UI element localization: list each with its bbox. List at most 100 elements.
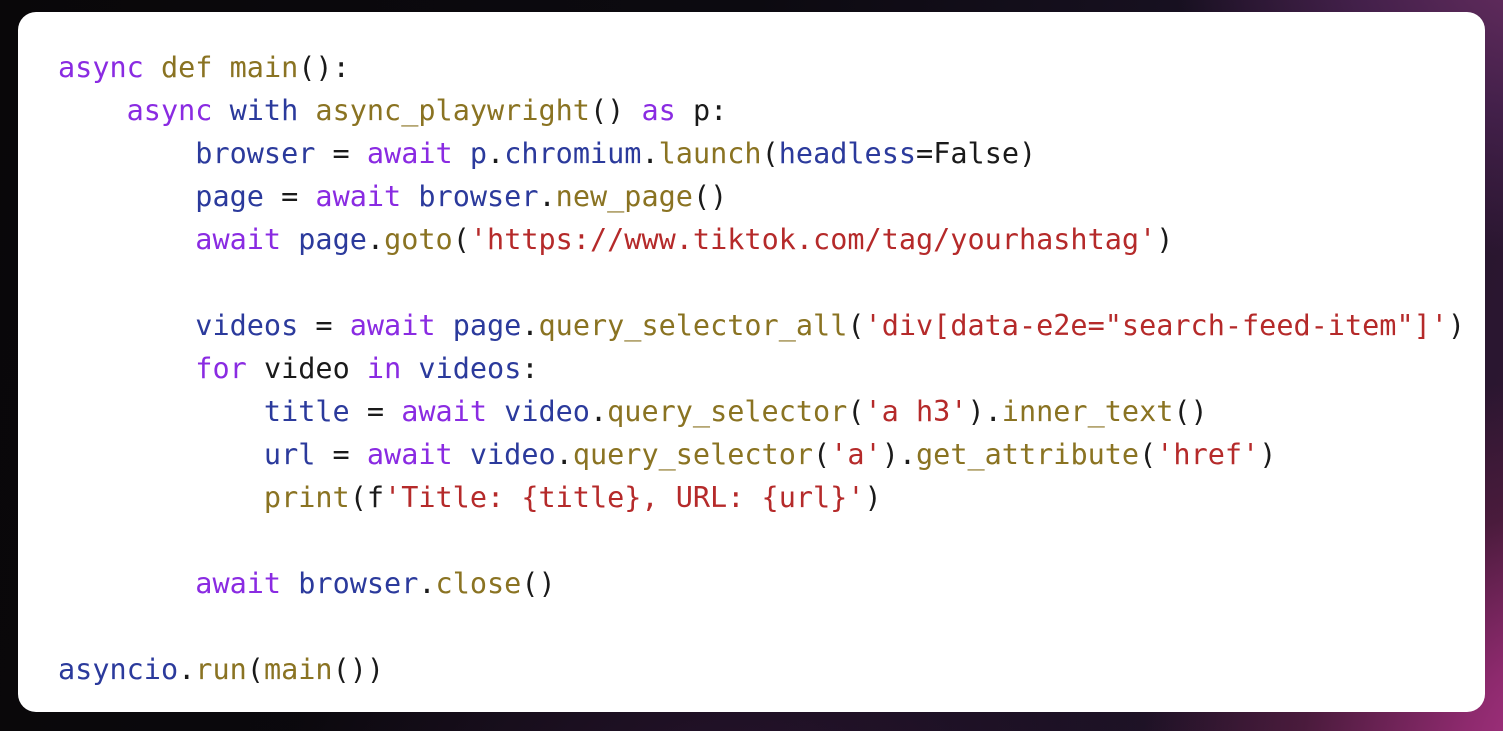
code-token: . <box>418 567 436 600</box>
code-line: asyncio.run(main()) <box>58 648 1485 691</box>
code-token: ( <box>813 438 831 471</box>
code-token: browser <box>195 137 316 170</box>
code-token: p <box>692 94 711 127</box>
code-token: url <box>263 438 316 471</box>
code-token: print <box>263 481 350 514</box>
code-line: url = await video.query_selector('a').ge… <box>58 433 1485 476</box>
code-token: ( <box>847 395 865 428</box>
code-token: . <box>487 137 505 170</box>
code-token: query_selector <box>607 395 848 428</box>
code-token: main <box>263 653 333 686</box>
code-token: 'a' <box>830 438 882 471</box>
code-token: 'https://www.tiktok.com/tag/yourhashtag' <box>469 223 1157 256</box>
code-token: ). <box>967 395 1002 428</box>
code-token: 'div[data-e2e="search-feed-item"]' <box>864 309 1448 342</box>
code-token: . <box>589 395 608 428</box>
code-token: title <box>263 395 350 428</box>
code-token: video <box>263 352 350 385</box>
code-line: async with async_playwright() as p: <box>58 89 1485 132</box>
code-token: await <box>349 309 436 342</box>
code-token: ( <box>1139 438 1157 471</box>
code-token: new_page <box>555 180 693 213</box>
code-line: print(f'Title: {title}, URL: {url}') <box>58 476 1485 519</box>
code-token: = <box>315 438 367 471</box>
code-token: main <box>229 51 299 84</box>
code-token: video <box>469 438 556 471</box>
code-token: headless <box>778 137 917 170</box>
code-token: : <box>710 94 728 127</box>
code-token: 'Title: {title}, URL: {url}' <box>384 481 865 514</box>
code-token: ()) <box>332 653 385 686</box>
code-token: close <box>435 567 522 600</box>
code-token: ) <box>1019 137 1037 170</box>
code-line: for video in videos: <box>58 347 1485 390</box>
code-token: : <box>521 352 539 385</box>
code-token: async_playwright <box>315 94 590 127</box>
code-token: . <box>178 653 196 686</box>
code-token: page <box>195 180 264 213</box>
code-token: . <box>641 137 659 170</box>
code-token: () <box>692 180 728 213</box>
code-token: browser <box>418 180 539 213</box>
code-token: (): <box>298 51 350 84</box>
code-token: videos <box>195 309 299 342</box>
code-token: ( <box>349 481 367 514</box>
code-line: videos = await page.query_selector_all('… <box>58 304 1485 347</box>
code-token: await <box>195 223 282 256</box>
code-token: = <box>298 309 350 342</box>
code-token: query_selector_all <box>538 309 848 342</box>
code-token: in <box>366 352 402 385</box>
code-token: ( <box>761 137 779 170</box>
code-token: f <box>366 481 385 514</box>
code-token: await <box>401 395 487 428</box>
code-token: ( <box>452 223 470 256</box>
code-token: goto <box>384 223 453 256</box>
code-token: videos <box>418 352 522 385</box>
code-token: ) <box>1156 223 1174 256</box>
code-token: ). <box>881 438 917 471</box>
code-token: launch <box>658 137 762 170</box>
code-line: browser = await p.chromium.launch(headle… <box>58 132 1485 175</box>
code-token: . <box>538 180 556 213</box>
code-token: with <box>229 94 299 127</box>
code-token: video <box>504 395 590 428</box>
code-token: . <box>555 438 573 471</box>
code-token: page <box>298 223 367 256</box>
code-token: = <box>916 137 934 170</box>
code-token: await <box>315 180 402 213</box>
code-token: chromium <box>504 137 642 170</box>
code-token: asyncio <box>58 653 179 686</box>
code-token: query_selector <box>572 438 814 471</box>
code-line: title = await video.query_selector('a h3… <box>58 390 1485 433</box>
code-token: 'href' <box>1156 438 1260 471</box>
code-block: async def main(): async with async_playw… <box>58 46 1485 691</box>
code-token: = <box>349 395 402 428</box>
code-token: () <box>521 567 556 600</box>
code-token: ) <box>1447 309 1466 342</box>
code-token: () <box>589 94 642 127</box>
code-line: async def main(): <box>58 46 1485 89</box>
code-card: async def main(): async with async_playw… <box>18 12 1485 712</box>
code-token: ) <box>1259 438 1277 471</box>
code-token: inner_text <box>1001 395 1174 428</box>
code-token: as <box>641 94 676 127</box>
